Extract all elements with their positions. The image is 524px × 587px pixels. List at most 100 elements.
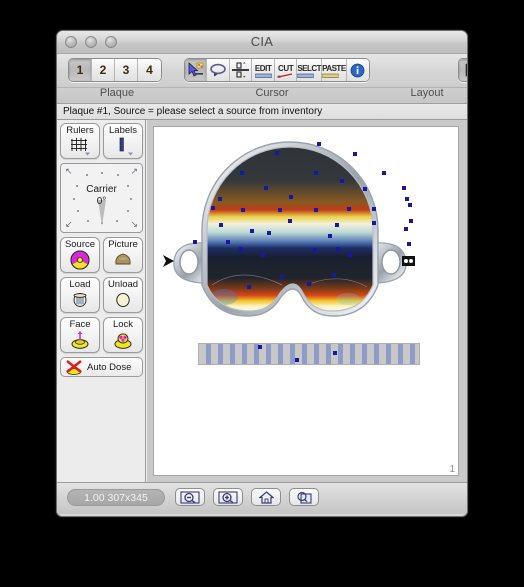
marker-point[interactable] bbox=[340, 179, 344, 183]
lock-button[interactable]: Lock bbox=[103, 317, 143, 353]
carrier-dial[interactable]: ↖ ↗ ↙ ↘ Carrier 0° bbox=[60, 163, 143, 233]
marker-point[interactable] bbox=[275, 151, 279, 155]
right-tag-marker bbox=[402, 256, 415, 266]
zoom-out-button[interactable] bbox=[175, 488, 205, 506]
carrier-corner-se-icon[interactable]: ↘ bbox=[130, 220, 138, 229]
plaque-tab-group: 1 2 3 4 bbox=[68, 58, 162, 82]
picture-button[interactable]: Picture bbox=[103, 237, 143, 273]
marker-point[interactable] bbox=[261, 253, 265, 257]
marker-point[interactable] bbox=[402, 186, 406, 190]
marker-point[interactable] bbox=[288, 219, 292, 223]
marker-point[interactable] bbox=[239, 247, 243, 251]
marker-point[interactable] bbox=[250, 229, 254, 233]
info-tool-button[interactable] bbox=[346, 59, 369, 81]
marker-point[interactable] bbox=[333, 351, 337, 355]
carrier-label: Carrier bbox=[86, 184, 117, 195]
select-underline-icon bbox=[297, 73, 321, 78]
select-all-tool-button[interactable]: SELCT bbox=[297, 59, 323, 81]
marker-point[interactable] bbox=[347, 207, 351, 211]
auto-dose-button[interactable]: Auto Dose bbox=[60, 357, 143, 377]
plaque-tab-2[interactable]: 2 bbox=[92, 59, 115, 81]
cut-tool-button[interactable]: CUT bbox=[274, 59, 298, 81]
plaque-canvas[interactable]: 1 bbox=[153, 126, 459, 476]
single-pane-button[interactable] bbox=[459, 59, 467, 81]
window-body: Rulers Labels ↖ ↗ ↙ ↘ Carrier 0° Source … bbox=[57, 120, 467, 482]
marker-point[interactable] bbox=[328, 234, 332, 238]
marker-point[interactable] bbox=[409, 219, 413, 223]
face-button[interactable]: Face bbox=[60, 317, 100, 353]
plaque-image[interactable] bbox=[162, 135, 458, 365]
marker-point[interactable] bbox=[348, 253, 352, 257]
marker-point[interactable] bbox=[193, 240, 197, 244]
marker-point[interactable] bbox=[264, 186, 268, 190]
unload-button[interactable]: Unload bbox=[103, 277, 143, 313]
scissors-icon bbox=[277, 72, 294, 78]
rulers-button[interactable]: Rulers bbox=[60, 123, 100, 159]
red-x-icon bbox=[65, 359, 83, 375]
carrier-corner-ne-icon[interactable]: ↗ bbox=[130, 167, 138, 176]
canvas-area[interactable]: 1 bbox=[147, 120, 467, 482]
scale-bar[interactable] bbox=[198, 343, 420, 365]
marker-point[interactable] bbox=[408, 203, 412, 207]
zoom-in-button[interactable] bbox=[213, 488, 243, 506]
plaque-tab-1[interactable]: 1 bbox=[69, 59, 92, 81]
marker-point[interactable] bbox=[258, 345, 262, 349]
carrier-corner-sw-icon[interactable]: ↙ bbox=[65, 220, 73, 229]
marker-point[interactable] bbox=[313, 248, 317, 252]
marker-point[interactable] bbox=[372, 221, 376, 225]
duplicate-view-button[interactable] bbox=[289, 488, 319, 506]
marker-point[interactable] bbox=[241, 208, 245, 212]
unload-label: Unload bbox=[107, 279, 139, 290]
fit-home-button[interactable] bbox=[251, 488, 281, 506]
load-label: Load bbox=[69, 279, 91, 290]
edit-underline-icon bbox=[254, 73, 272, 78]
zoom-info-readout: 1.00 307x345 bbox=[67, 489, 165, 506]
marker-point[interactable] bbox=[314, 208, 318, 212]
screen: CIA 1 2 3 4 EDIT CUT SELCT PASTE Plaque … bbox=[0, 0, 524, 587]
toolbar: 1 2 3 4 EDIT CUT SELCT PASTE bbox=[57, 54, 467, 88]
edit-tool-button[interactable]: EDIT bbox=[252, 59, 275, 81]
marker-point[interactable] bbox=[289, 195, 293, 199]
plaque-tab-3[interactable]: 3 bbox=[115, 59, 138, 81]
marker-point[interactable] bbox=[336, 247, 340, 251]
marker-point[interactable] bbox=[314, 171, 318, 175]
marker-point[interactable] bbox=[372, 207, 376, 211]
marker-point[interactable] bbox=[267, 231, 271, 235]
move-tool-button[interactable] bbox=[229, 59, 253, 81]
labels-button[interactable]: Labels bbox=[103, 123, 143, 159]
marker-point[interactable] bbox=[404, 227, 408, 231]
marker-point[interactable] bbox=[295, 358, 299, 362]
paste-tool-label: PASTE bbox=[322, 63, 346, 73]
marker-point[interactable] bbox=[317, 142, 321, 146]
bottom-bar: 1.00 307x345 bbox=[57, 482, 467, 514]
load-button[interactable]: Load bbox=[60, 277, 100, 313]
marker-point[interactable] bbox=[363, 187, 367, 191]
select-arrow-icon bbox=[187, 62, 205, 78]
carrier-corner-nw-icon[interactable]: ↖ bbox=[65, 167, 73, 176]
marker-point[interactable] bbox=[219, 223, 223, 227]
paste-tool-button[interactable]: PASTE bbox=[322, 59, 347, 81]
radioactive-icon bbox=[61, 250, 99, 270]
marker-point[interactable] bbox=[382, 171, 386, 175]
marker-point[interactable] bbox=[405, 197, 409, 201]
plaque-tab-4[interactable]: 4 bbox=[138, 59, 161, 81]
left-arrow-marker bbox=[163, 255, 174, 267]
marker-point[interactable] bbox=[247, 285, 251, 289]
marker-point[interactable] bbox=[226, 240, 230, 244]
marker-point[interactable] bbox=[278, 208, 282, 212]
marker-point[interactable] bbox=[280, 275, 284, 279]
rotate-tool-button[interactable] bbox=[207, 59, 230, 81]
single-pane-icon bbox=[465, 63, 467, 77]
lock-label: Lock bbox=[112, 319, 134, 330]
marker-point[interactable] bbox=[335, 223, 339, 227]
marker-point[interactable] bbox=[307, 282, 311, 286]
marker-point[interactable] bbox=[332, 273, 336, 277]
marker-point[interactable] bbox=[353, 152, 357, 156]
marker-point[interactable] bbox=[211, 206, 215, 210]
marker-point[interactable] bbox=[218, 197, 222, 201]
marker-point[interactable] bbox=[240, 171, 244, 175]
marker-point[interactable] bbox=[407, 242, 411, 246]
page-number: 1 bbox=[449, 464, 455, 475]
source-button[interactable]: Source bbox=[60, 237, 100, 273]
select-tool-button[interactable] bbox=[185, 59, 208, 81]
